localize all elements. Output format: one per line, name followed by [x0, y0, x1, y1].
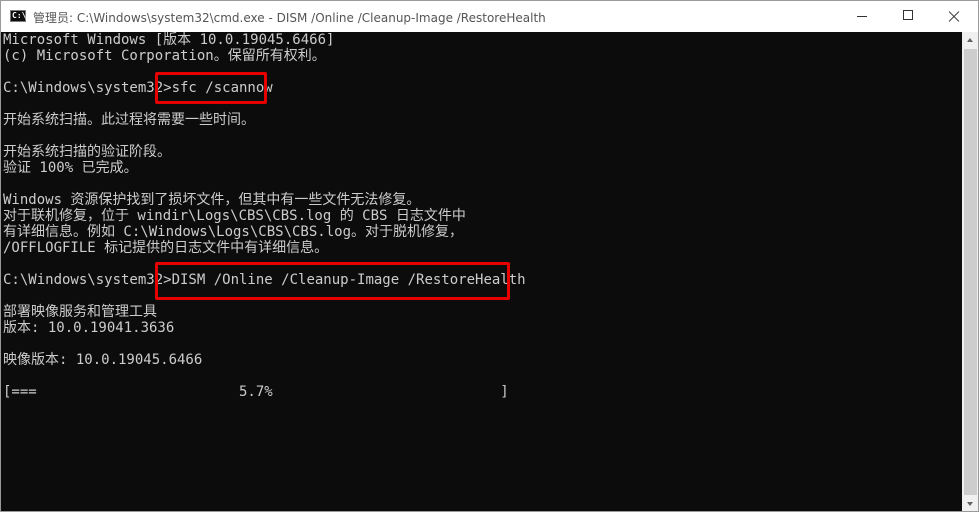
- scroll-up-button[interactable]: [962, 32, 978, 49]
- copyright-line: (c) Microsoft Corporation。保留所有权利。: [3, 48, 326, 64]
- cmd-window: C:\ 管理员: C:\Windows\system32\cmd.exe - D…: [0, 0, 979, 512]
- arrow-up-icon: [967, 38, 973, 42]
- console-output[interactable]: Microsoft Windows [版本 10.0.19045.6466] (…: [1, 32, 962, 511]
- header-line: Microsoft Windows [版本 10.0.19045.6466]: [3, 32, 335, 48]
- arrow-down-icon: [967, 502, 973, 506]
- highlight-dism-command: [155, 262, 510, 300]
- output-line: 部署映像服务和管理工具: [3, 304, 157, 320]
- minimize-icon: [857, 16, 867, 17]
- minimize-button[interactable]: [839, 1, 885, 32]
- output-line: 映像版本: 10.0.19045.6466: [3, 352, 203, 368]
- scroll-down-button[interactable]: [962, 495, 978, 511]
- cmd-icon-glyph: C:\: [12, 11, 27, 20]
- close-button[interactable]: [931, 1, 977, 32]
- title-bar[interactable]: C:\ 管理员: C:\Windows\system32\cmd.exe - D…: [1, 1, 978, 32]
- output-line: 开始系统扫描的验证阶段。: [3, 144, 171, 160]
- window-title: 管理员: C:\Windows\system32\cmd.exe - DISM …: [33, 11, 546, 25]
- output-line: 验证 100% 已完成。: [3, 160, 138, 176]
- vertical-scrollbar[interactable]: [962, 32, 978, 511]
- output-line: 有详细信息。例如 C:\Windows\Logs\CBS\CBS.log。对于脱…: [3, 224, 464, 240]
- output-line: 对于联机修复，位于 windir\Logs\CBS\CBS.log 的 CBS …: [3, 208, 466, 224]
- prompt: C:\Windows\system32>: [3, 272, 172, 288]
- scroll-thumb[interactable]: [964, 49, 977, 495]
- output-line: Windows 资源保护找到了损坏文件，但其中有一些文件无法修复。: [3, 192, 421, 208]
- maximize-icon: [903, 10, 913, 20]
- progress-line: [=== 5.7% ]: [3, 384, 509, 400]
- output-line: 开始系统扫描。此过程将需要一些时间。: [3, 112, 255, 128]
- highlight-sfc-command: [155, 72, 267, 104]
- output-line: /OFFLOGFILE 标记提供的日志文件中有详细信息。: [3, 240, 329, 256]
- maximize-button[interactable]: [885, 1, 931, 32]
- cmd-icon[interactable]: C:\: [10, 10, 26, 22]
- prompt: C:\Windows\system32>: [3, 80, 172, 96]
- output-line: 版本: 10.0.19041.3636: [3, 320, 175, 336]
